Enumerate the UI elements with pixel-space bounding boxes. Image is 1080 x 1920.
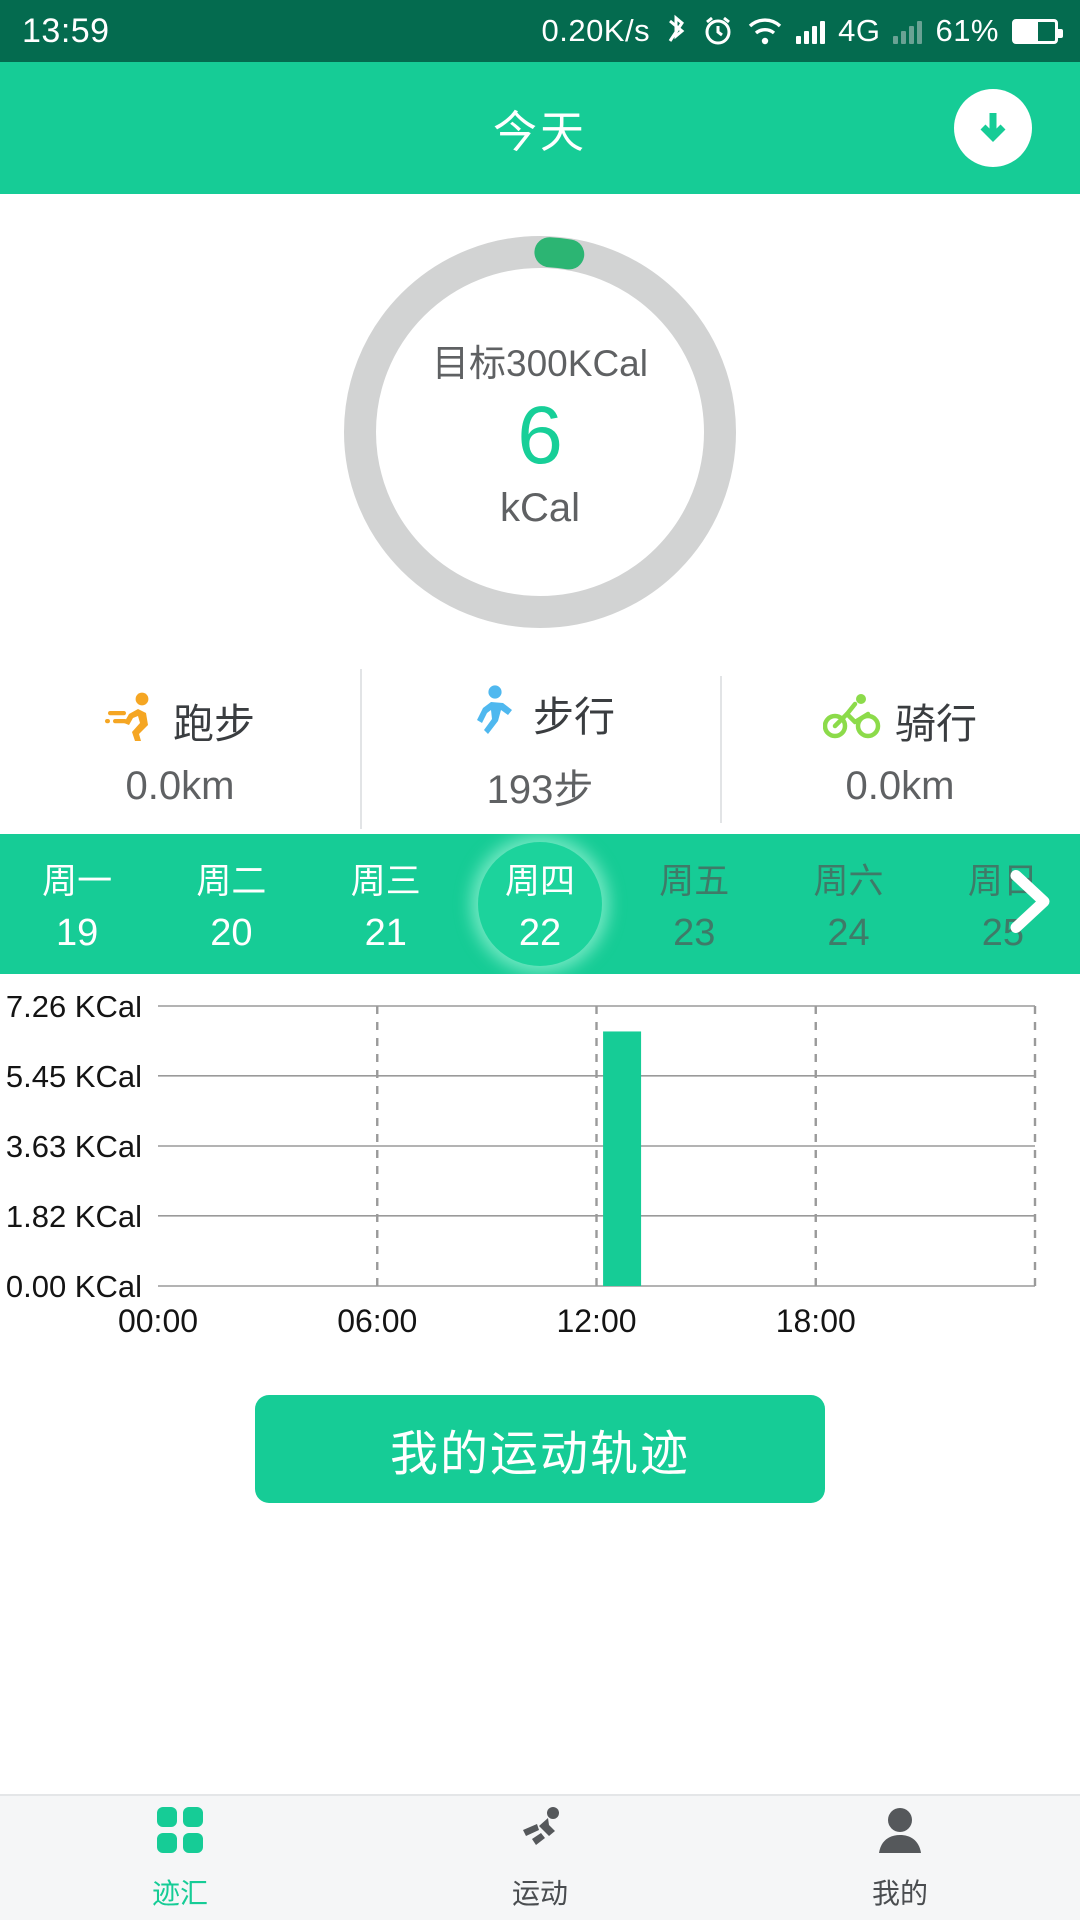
stat-label: 步行 (533, 694, 615, 740)
nav-item-jihui[interactable]: 迹汇 (0, 1805, 360, 1912)
calorie-ring: 目标300KCal 6 kCal (330, 222, 750, 642)
weekday-item-selected[interactable]: 周四 22 (463, 834, 617, 974)
grid-icon (155, 1805, 205, 1860)
person-icon (875, 1805, 925, 1860)
page-title: 今天 (493, 108, 587, 157)
weekday-number: 22 (518, 912, 562, 954)
network-type: 4G (838, 13, 881, 48)
stat-head: 骑行 (822, 690, 977, 750)
alarm-icon (702, 15, 734, 47)
weekday-item[interactable]: 周一 19 (0, 834, 154, 974)
weekday-name: 周三 (350, 862, 421, 901)
stat-walking[interactable]: 步行 193步 (360, 669, 720, 829)
exercise-icon (515, 1805, 565, 1860)
running-icon (105, 690, 159, 749)
weekday-number: 24 (827, 912, 870, 954)
goal-label: 目标300KCal (432, 343, 648, 385)
stat-value: 0.0km (845, 763, 955, 808)
weekday-item[interactable]: 周二 20 (154, 834, 308, 974)
weekday-name: 周一 (42, 862, 113, 901)
battery-icon (1012, 18, 1063, 44)
download-circle-icon[interactable] (954, 89, 1032, 167)
svg-text:5.45 KCal: 5.45 KCal (6, 1059, 142, 1094)
svg-text:18:00: 18:00 (776, 1303, 856, 1339)
cycling-icon (822, 690, 881, 749)
stat-value: 193步 (486, 768, 594, 812)
stat-label: 骑行 (895, 700, 977, 747)
stat-head: 步行 (465, 683, 615, 743)
weekday-number: 21 (364, 912, 407, 954)
bottom-nav: 迹汇 运动 我的 (0, 1794, 1080, 1920)
weekday-name: 周六 (813, 862, 884, 901)
svg-text:00:00: 00:00 (118, 1303, 198, 1339)
network-speed: 0.20K/s (541, 13, 651, 48)
weekday-item[interactable]: 周五 23 (617, 834, 771, 974)
svg-text:0.00 KCal: 0.00 KCal (6, 1269, 142, 1304)
nav-item-mine[interactable]: 我的 (720, 1805, 1080, 1912)
weekday-number: 19 (56, 912, 99, 954)
app-screen: 13:59 0.20K/s 4G 61% 今天 目标300KCal 6 kCal… (0, 0, 1080, 1920)
wifi-icon (747, 16, 783, 46)
signal-icon (796, 18, 826, 44)
weekday-item[interactable]: 周六 24 (771, 834, 925, 974)
svg-text:12:00: 12:00 (556, 1303, 636, 1339)
svg-text:3.63 KCal: 3.63 KCal (6, 1129, 142, 1164)
nav-label: 我的 (871, 1877, 928, 1909)
ring-text: 目标300KCal 6 kCal (330, 222, 750, 642)
week-selector[interactable]: 周一 19 周二 20 周三 21 周四 22 周五 23 周六 24 周日 2… (0, 834, 1080, 974)
svg-text:06:00: 06:00 (337, 1303, 417, 1339)
chart-svg: 0.00 KCal 1.82 KCal 3.63 KCal 5.45 KCal 7.26… (6, 996, 1037, 1339)
svg-text:1.82 KCal: 1.82 KCal (6, 1199, 142, 1234)
nav-label: 运动 (511, 1877, 568, 1909)
bluetooth-icon (663, 14, 689, 48)
stat-value: 0.0km (125, 763, 235, 808)
stat-running[interactable]: 跑步 0.0km (0, 690, 360, 809)
my-track-button[interactable]: 我的运动轨迹 (255, 1395, 825, 1503)
stat-label: 跑步 (173, 700, 255, 747)
stat-cycling[interactable]: 骑行 0.0km (720, 675, 1080, 823)
nav-item-exercise[interactable]: 运动 (360, 1805, 720, 1912)
calorie-ring-section: 目标300KCal 6 kCal (0, 194, 1080, 664)
svg-text:7.26 KCal: 7.26 KCal (6, 996, 142, 1024)
walking-icon (465, 684, 519, 743)
battery-percent: 61% (935, 13, 999, 48)
signal-icon-2 (893, 18, 923, 44)
weekday-name: 周二 (196, 862, 267, 901)
activity-stats: 跑步 0.0km 步行 193步 骑行 0.0km (0, 664, 1080, 834)
weekday-number: 20 (210, 912, 253, 954)
calorie-unit: kCal (499, 485, 581, 530)
weekday-name: 周四 (504, 862, 575, 901)
weekday-item[interactable]: 周三 21 (309, 834, 463, 974)
calorie-value: 6 (517, 390, 563, 482)
app-bar: 今天 (0, 62, 1080, 194)
chevron-right-icon[interactable] (998, 862, 1062, 947)
cta-row: 我的运动轨迹 (0, 1374, 1080, 1524)
status-bar: 13:59 0.20K/s 4G 61% (0, 0, 1080, 62)
nav-label: 迹汇 (151, 1877, 208, 1909)
status-time: 13:59 (22, 11, 110, 50)
status-icons: 0.20K/s 4G 61% (541, 13, 1063, 49)
calorie-bar-chart: 0.00 KCal 1.82 KCal 3.63 KCal 5.45 KCal 7.26… (0, 974, 1080, 1374)
weekday-number: 23 (673, 912, 716, 954)
weekday-name: 周五 (659, 862, 730, 901)
stat-head: 跑步 (105, 690, 255, 750)
